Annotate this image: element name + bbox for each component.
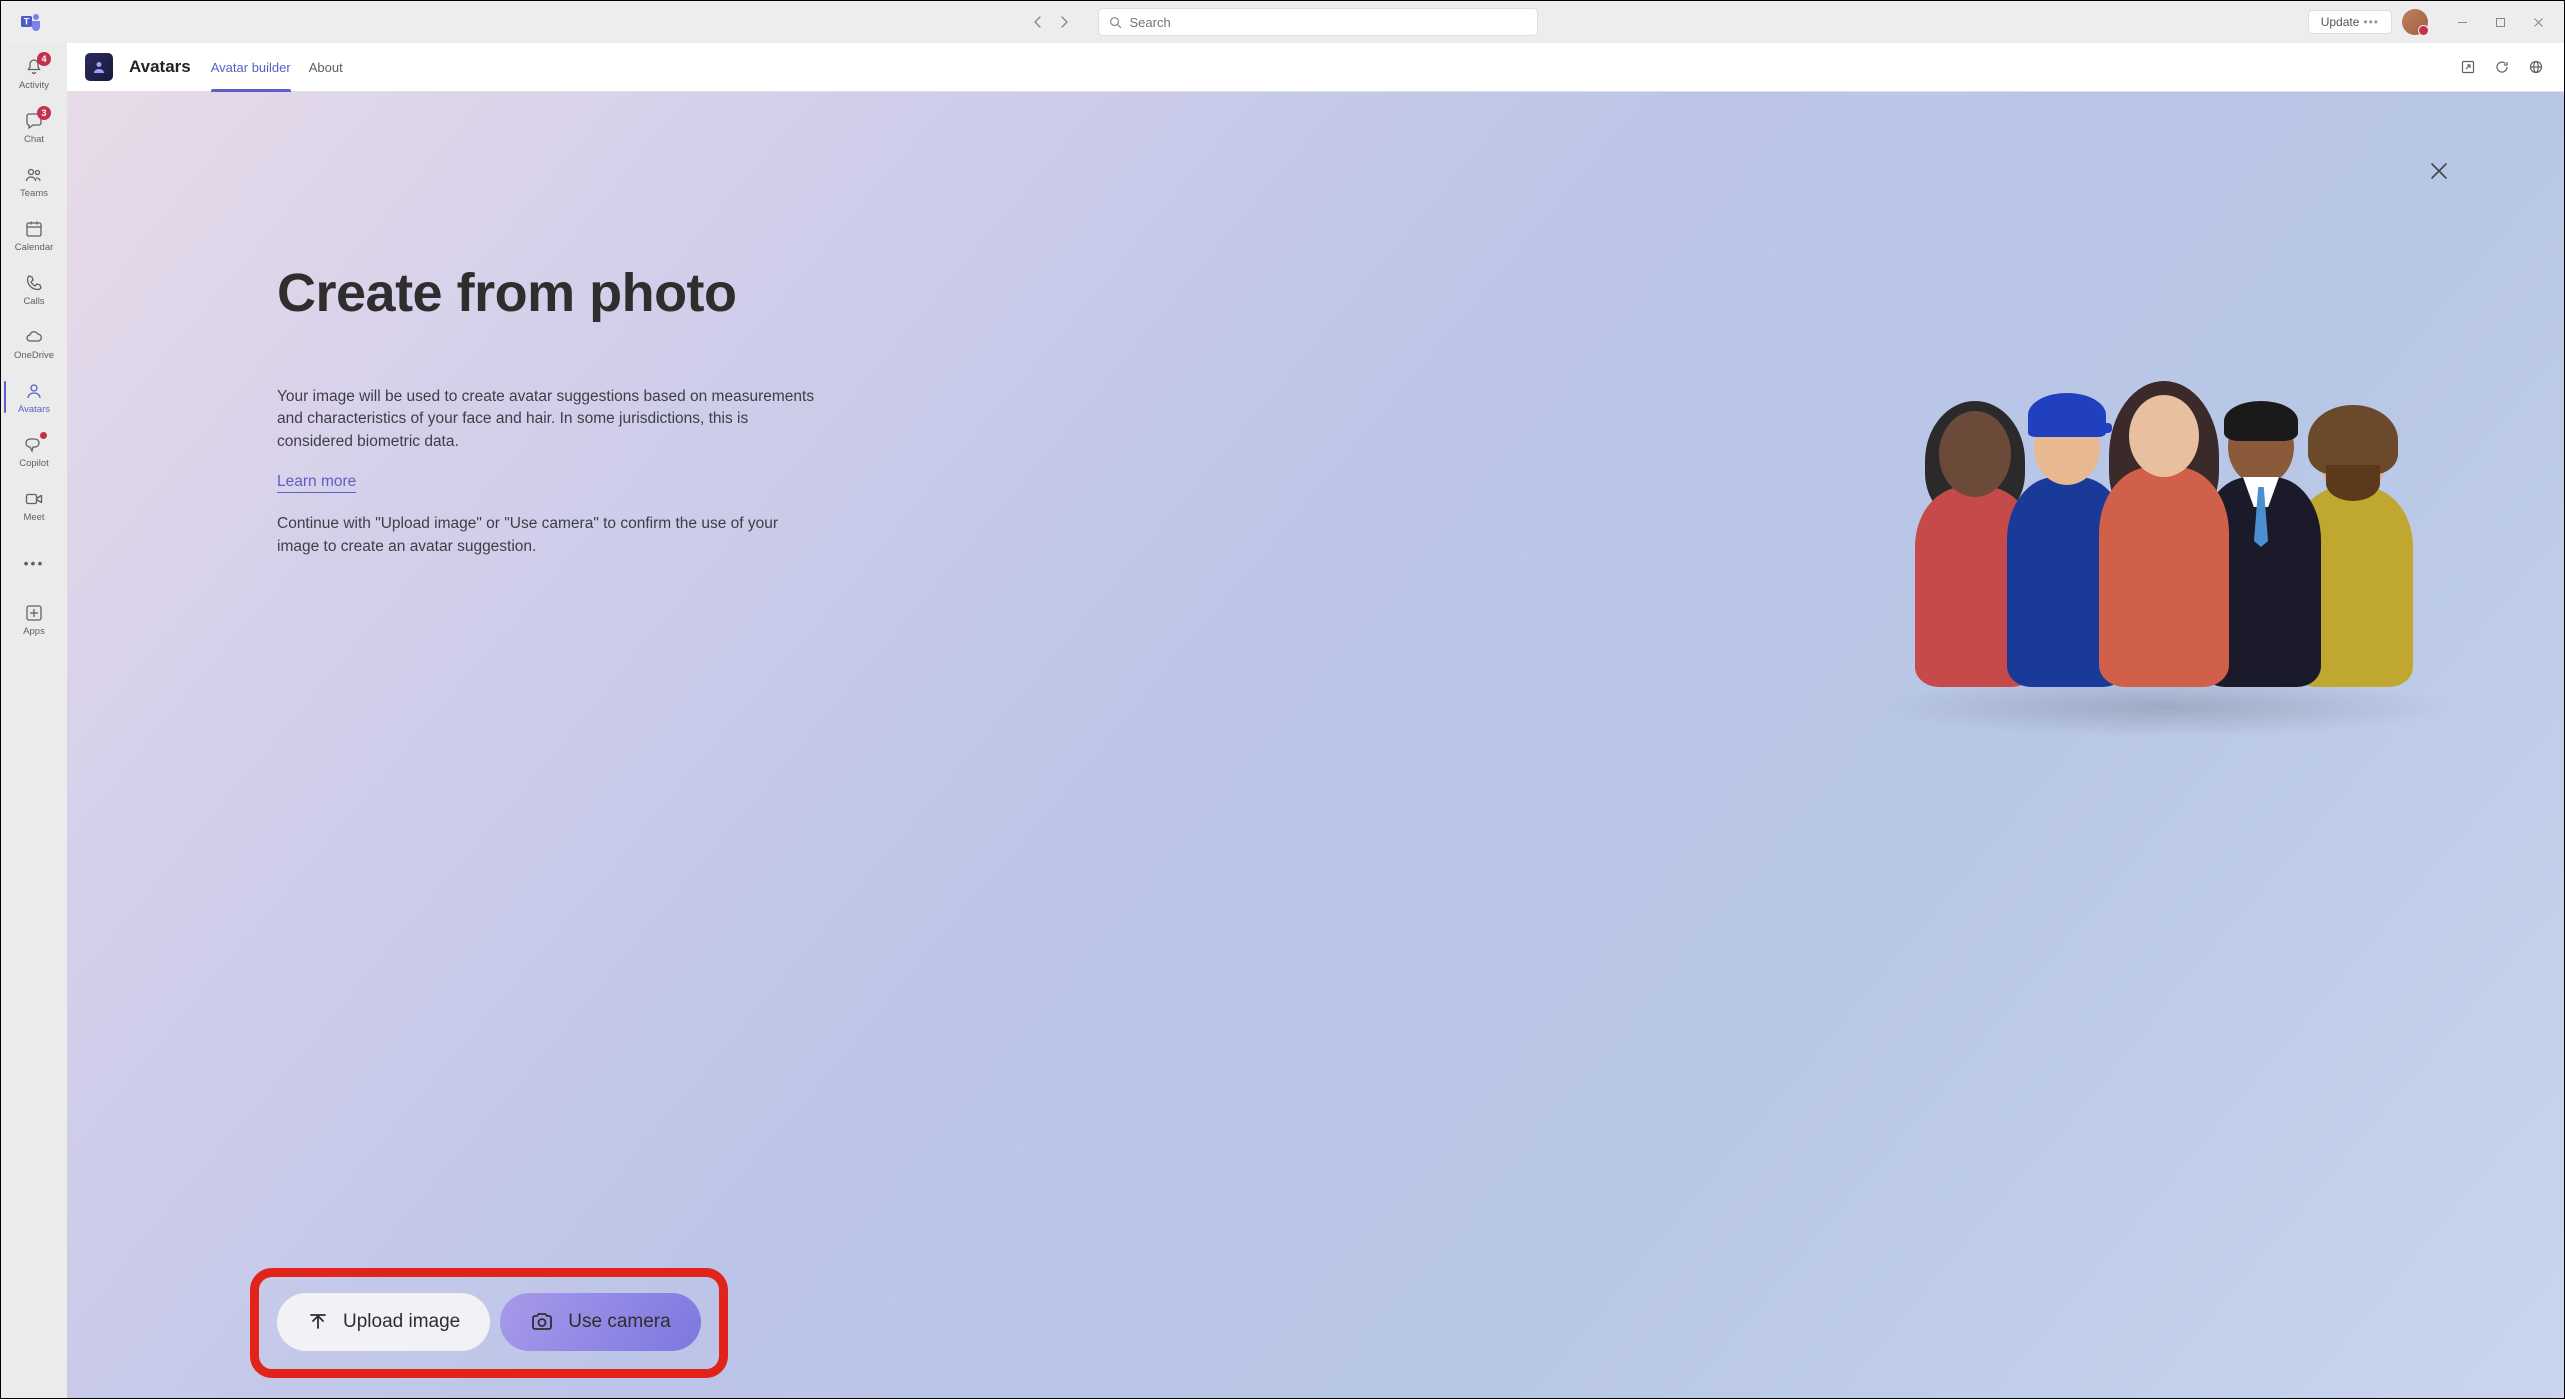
rail-label: Apps [23,626,45,637]
rail-item-avatars[interactable]: Avatars [4,371,64,423]
bell-icon: 4 [23,56,45,78]
rail-item-meet[interactable]: Meet [4,479,64,531]
hero-title: Create from photo [277,262,817,324]
update-button[interactable]: Update ••• [2308,10,2392,34]
rail-label: Calendar [15,242,54,253]
camera-label: Use camera [568,1311,670,1333]
update-label: Update [2321,15,2360,29]
tab-avatar-builder[interactable]: Avatar builder [211,43,291,91]
search-input[interactable] [1130,15,1527,30]
avatar-group-illustration [1854,287,2474,687]
globe-button[interactable] [2526,57,2546,77]
upload-label: Upload image [343,1311,460,1333]
window-minimize-button[interactable] [2444,8,2480,36]
rail-item-calls[interactable]: Calls [4,263,64,315]
popout-button[interactable] [2458,57,2478,77]
learn-more-link[interactable]: Learn more [277,473,356,493]
rail-label: Chat [24,134,44,145]
rail-item-activity[interactable]: 4 Activity [4,47,64,99]
app-rail: 4 Activity 3 Chat Teams [1,43,67,1398]
apps-icon [23,602,45,624]
rail-label: OneDrive [14,350,54,361]
rail-item-copilot[interactable]: Copilot [4,425,64,477]
calendar-icon [23,218,45,240]
window-close-button[interactable] [2520,8,2556,36]
rail-label: Teams [20,188,48,199]
rail-item-teams[interactable]: Teams [4,155,64,207]
copilot-notification-dot [40,432,47,439]
rail-label: Meet [23,512,44,523]
more-icon: ••• [2363,15,2379,29]
chat-icon: 3 [23,110,45,132]
cloud-icon [23,326,45,348]
tab-about[interactable]: About [309,43,343,91]
avatar-figure-3 [2099,395,2229,687]
upload-image-button[interactable]: Upload image [277,1293,490,1351]
nav-back-button[interactable] [1028,12,1048,32]
teams-logo-icon: T [19,10,43,34]
upload-icon [307,1311,329,1333]
rail-item-chat[interactable]: 3 Chat [4,101,64,153]
rail-label: Avatars [18,404,50,415]
reload-button[interactable] [2492,57,2512,77]
camera-icon [530,1311,554,1333]
copilot-icon [23,434,45,456]
chat-badge: 3 [37,106,51,120]
nav-forward-button[interactable] [1054,12,1074,32]
titlebar: T Update ••• [1,1,2564,43]
window-maximize-button[interactable] [2482,8,2518,36]
user-avatar[interactable] [2402,9,2428,35]
search-box[interactable] [1098,8,1538,36]
action-buttons-highlight: Upload image Use camera [250,1268,728,1378]
video-icon [23,488,45,510]
rail-item-more[interactable]: ••• [4,537,64,589]
phone-icon [23,272,45,294]
rail-item-onedrive[interactable]: OneDrive [4,317,64,369]
search-icon [1109,16,1122,29]
rail-label: Calls [23,296,44,307]
app-subheader: Avatars Avatar builder About [67,43,2564,92]
hero-paragraph-2: Continue with "Upload image" or "Use cam… [277,513,817,558]
avatar-icon [23,380,45,402]
app-title: Avatars [129,57,191,77]
hero-panel: Create from photo Your image will be use… [67,92,2564,1398]
rail-item-apps[interactable]: Apps [4,593,64,645]
use-camera-button[interactable]: Use camera [500,1293,700,1351]
close-button[interactable] [2422,154,2456,188]
rail-item-calendar[interactable]: Calendar [4,209,64,261]
svg-text:T: T [24,17,30,27]
people-icon [23,164,45,186]
more-icon: ••• [23,552,45,574]
activity-badge: 4 [37,52,51,66]
avatars-app-icon [85,53,113,81]
rail-label: Activity [19,80,49,91]
hero-paragraph-1: Your image will be used to create avatar… [277,386,817,453]
rail-label: Copilot [19,458,49,469]
